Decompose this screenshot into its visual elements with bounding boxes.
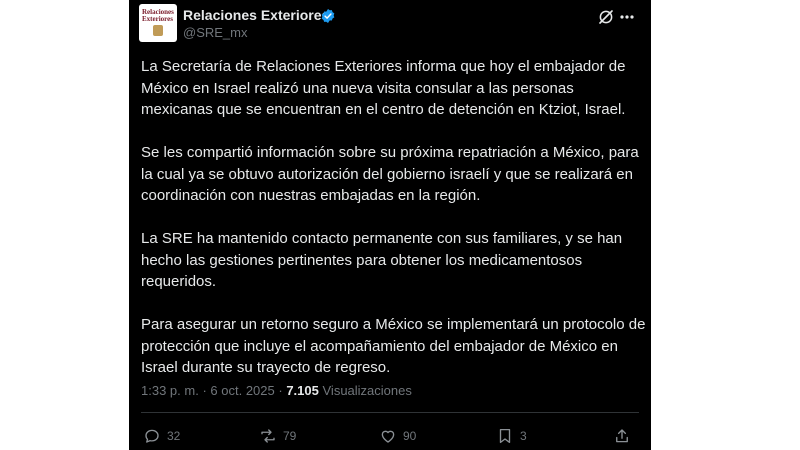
reply-button[interactable]: 32 bbox=[143, 425, 180, 447]
reply-count: 32 bbox=[167, 429, 181, 443]
like-button[interactable]: 90 bbox=[379, 425, 416, 447]
bookmark-button[interactable]: 3 bbox=[496, 425, 527, 447]
tweet-paragraph: La Secretaría de Relaciones Exteriores i… bbox=[141, 58, 626, 118]
tweet-paragraph: La SRE ha mantenido contacto permanente … bbox=[141, 230, 623, 290]
account-name[interactable]: Relaciones Exteriores bbox=[183, 7, 329, 23]
avatar-logo-line-2: Exteriores bbox=[142, 15, 173, 23]
tweet-meta: 1:33 p. m. · 6 oct. 2025 · 7.105 Visuali… bbox=[141, 383, 412, 398]
repost-icon bbox=[261, 429, 275, 443]
tweet-card: Relaciones Exteriores Relaciones Exterio… bbox=[129, 0, 651, 450]
repost-button[interactable]: 79 bbox=[259, 425, 296, 447]
reply-icon bbox=[145, 429, 159, 443]
divider bbox=[141, 412, 639, 413]
bookmark-count: 3 bbox=[520, 429, 527, 443]
meta-separator: · bbox=[202, 383, 207, 398]
tweet-date[interactable]: 6 oct. 2025 bbox=[210, 383, 274, 398]
like-icon bbox=[381, 430, 395, 443]
grok-icon[interactable] bbox=[597, 8, 615, 26]
avatar[interactable]: Relaciones Exteriores bbox=[139, 4, 177, 42]
views-label: Visualizaciones bbox=[322, 383, 412, 398]
more-icon[interactable] bbox=[620, 14, 634, 20]
like-count: 90 bbox=[403, 429, 417, 443]
views-count[interactable]: 7.105 bbox=[286, 383, 319, 398]
verified-badge-icon bbox=[321, 9, 335, 23]
tweet-header: Relaciones Exteriores Relaciones Exterio… bbox=[129, 0, 651, 50]
tweet-time[interactable]: 1:33 p. m. bbox=[141, 383, 199, 398]
tweet-paragraph: Se les compartió información sobre su pr… bbox=[141, 144, 639, 204]
account-handle[interactable]: @SRE_mx bbox=[183, 25, 248, 40]
meta-separator: · bbox=[278, 383, 283, 398]
share-icon bbox=[616, 429, 628, 443]
avatar-seal-icon bbox=[153, 25, 163, 36]
bookmark-icon bbox=[499, 428, 511, 444]
repost-count: 79 bbox=[283, 429, 297, 443]
share-button[interactable] bbox=[613, 425, 637, 447]
tweet-paragraph: Para asegurar un retorno seguro a México… bbox=[141, 316, 646, 376]
tweet-text: La Secretaría de Relaciones Exteriores i… bbox=[141, 56, 646, 400]
